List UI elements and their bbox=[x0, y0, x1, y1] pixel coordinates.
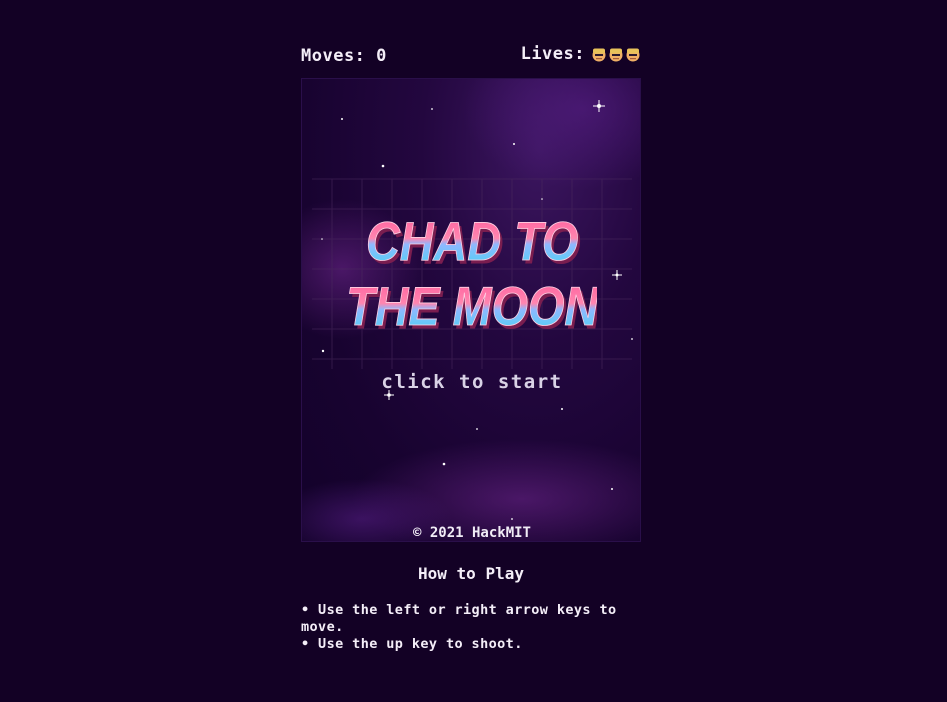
title-logo-graphic: CHAD TO CHAD TO THE MOON THE MOON bbox=[347, 210, 597, 334]
game-container: Moves: 0 Lives: CHAD TO CHAD TO THE MOON… bbox=[301, 40, 641, 652]
game-canvas[interactable]: CHAD TO CHAD TO THE MOON THE MOON click … bbox=[301, 78, 641, 542]
how-to-play-heading: How to Play bbox=[418, 564, 524, 583]
rule-item: • Use the left or right arrow keys to mo… bbox=[301, 602, 617, 635]
moves-value: 0 bbox=[376, 46, 387, 66]
copyright-text: © 2021 HackMIT bbox=[412, 525, 531, 541]
hud-bar: Moves: 0 Lives: bbox=[301, 40, 641, 70]
game-title-logo: CHAD TO CHAD TO THE MOON THE MOON bbox=[302, 194, 640, 334]
rules-list: • Use the left or right arrow keys to mo… bbox=[301, 602, 646, 653]
chad-face-icon bbox=[626, 48, 640, 62]
moves-label: Moves: bbox=[301, 46, 366, 66]
moves-counter: Moves: 0 bbox=[301, 46, 387, 66]
lives-icons bbox=[591, 46, 641, 62]
lives-counter: Lives: bbox=[521, 44, 641, 64]
chad-face-icon bbox=[592, 48, 606, 62]
lives-label: Lives: bbox=[520, 44, 585, 64]
chad-face-icon bbox=[609, 48, 623, 62]
rule-item: • Use the up key to shoot. bbox=[301, 636, 523, 652]
title-line1: CHAD TO bbox=[366, 211, 578, 272]
click-to-start-prompt[interactable]: click to start bbox=[302, 371, 640, 393]
title-line2: THE MOON bbox=[347, 276, 597, 334]
